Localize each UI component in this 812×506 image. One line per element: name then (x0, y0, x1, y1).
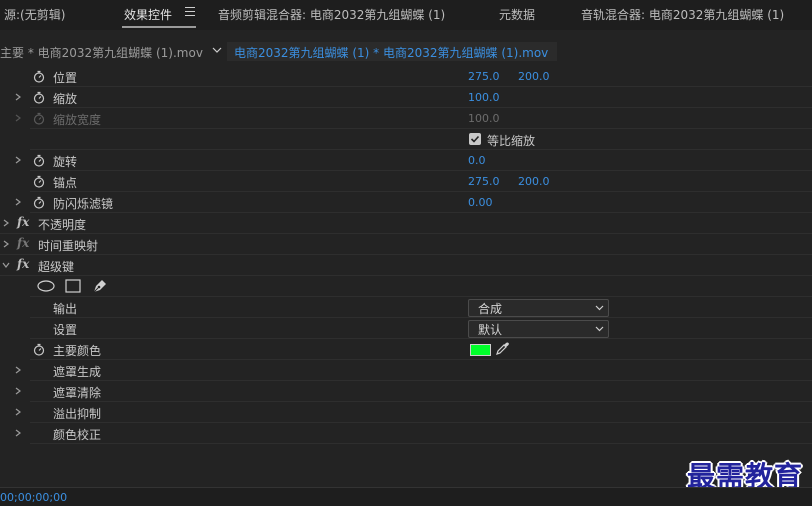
chevron-down-icon[interactable] (2, 261, 10, 269)
property-label: 缩放 (53, 92, 78, 106)
property-row-position: 位置 275.0 200.0 (0, 66, 812, 87)
property-group-matte-generation: 遮罩生成 (0, 360, 812, 381)
property-label: 位置 (53, 71, 78, 85)
uniform-scale-label[interactable]: 等比缩放 (487, 132, 535, 149)
tab-effect-controls[interactable]: 效果控件 (124, 6, 172, 23)
tab-source[interactable]: 源:(无剪辑) (4, 6, 65, 23)
tab-audio-clip-mixer[interactable]: 音频剪辑混合器: 电商2032第九组蝴蝶 (1) (218, 6, 445, 23)
property-row-scale: 缩放 100.0 (0, 87, 812, 108)
property-row-antiflicker: 防闪烁滤镜 0.00 (0, 192, 812, 213)
property-label: 输出 (53, 302, 78, 316)
chevron-right-icon[interactable] (14, 93, 22, 101)
chevron-right-icon[interactable] (2, 219, 10, 227)
position-y-value[interactable]: 200.0 (518, 70, 550, 83)
property-group-label: 遮罩生成 (53, 365, 102, 379)
chevron-down-icon[interactable] (212, 45, 222, 55)
chevron-down-icon (595, 305, 604, 311)
property-row-uniform-scale: 等比缩放 (0, 129, 812, 150)
output-dropdown-value: 合成 (478, 302, 503, 316)
scale-value[interactable]: 100.0 (468, 91, 500, 104)
property-row-output: 输出 合成 (0, 297, 812, 318)
position-x-value[interactable]: 275.0 (468, 70, 500, 83)
effect-label: 超级键 (38, 260, 75, 274)
master-clip-label[interactable]: 主要 * 电商2032第九组蝴蝶 (1).mov (0, 44, 203, 61)
setting-dropdown-value: 默认 (478, 323, 503, 337)
output-dropdown[interactable]: 合成 (468, 299, 609, 317)
stopwatch-icon[interactable] (33, 175, 45, 188)
panel-tab-bar: 源:(无剪辑) 效果控件 音频剪辑混合器: 电商2032第九组蝴蝶 (1) 元数… (0, 0, 812, 30)
key-color-swatch[interactable] (470, 344, 491, 356)
property-row-anchor: 锚点 275.0 200.0 (0, 171, 812, 192)
property-label: 缩放宽度 (53, 113, 102, 127)
scale-width-value: 100.0 (468, 112, 500, 125)
fx-icon[interactable]: fx (17, 257, 29, 271)
anchor-y-value[interactable]: 200.0 (518, 175, 550, 188)
effect-label: 不透明度 (38, 218, 87, 232)
effect-row-opacity: fx 不透明度 (0, 213, 812, 234)
tab-metadata[interactable]: 元数据 (499, 6, 535, 23)
effect-row-time-remap: fx 时间重映射 (0, 234, 812, 255)
status-bar: 00;00;00;00 (0, 487, 812, 506)
property-group-label: 溢出抑制 (53, 407, 102, 421)
sequence-bar: 主要 * 电商2032第九组蝴蝶 (1).mov 电商2032第九组蝴蝶 (1)… (0, 41, 812, 63)
stopwatch-icon (33, 112, 45, 125)
property-row-key-color: 主要颜色 (0, 339, 812, 360)
chevron-right-icon (15, 114, 21, 122)
stopwatch-icon[interactable] (33, 196, 45, 209)
anchor-x-value[interactable]: 275.0 (468, 175, 500, 188)
panel-menu-icon[interactable] (185, 7, 195, 17)
property-group-matte-cleanup: 遮罩清除 (0, 381, 812, 402)
chevron-down-icon (595, 326, 604, 332)
property-group-label: 遮罩清除 (53, 386, 102, 400)
stopwatch-icon[interactable] (33, 154, 45, 167)
checkmark-icon (470, 135, 480, 143)
chevron-right-icon[interactable] (14, 429, 22, 437)
property-label: 设置 (53, 323, 78, 337)
property-label: 防闪烁滤镜 (53, 197, 114, 211)
property-group-label: 颜色校正 (53, 428, 102, 442)
stopwatch-icon[interactable] (33, 70, 45, 83)
stopwatch-icon[interactable] (33, 343, 45, 356)
active-tab-indicator (122, 26, 196, 28)
setting-dropdown[interactable]: 默认 (468, 320, 609, 338)
property-row-rotation: 旋转 0.0 (0, 150, 812, 171)
property-label: 主要颜色 (53, 344, 102, 358)
property-label: 旋转 (53, 155, 78, 169)
effect-row-ultra-key: fx 超级键 (0, 255, 812, 276)
chevron-right-icon[interactable] (14, 366, 22, 374)
rectangle-mask-icon[interactable] (65, 279, 81, 293)
tab-audio-track-mixer[interactable]: 音轨混合器: 电商2032第九组蝴蝶 (1) (581, 6, 784, 23)
active-clip-label[interactable]: 电商2032第九组蝴蝶 (1) * 电商2032第九组蝴蝶 (1).mov (234, 44, 548, 61)
mask-tools-row (0, 276, 812, 297)
chevron-right-icon[interactable] (2, 240, 10, 248)
property-label: 锚点 (53, 176, 78, 190)
property-row-setting: 设置 默认 (0, 318, 812, 339)
pen-mask-icon[interactable] (92, 278, 108, 294)
uniform-scale-checkbox[interactable] (469, 133, 481, 145)
property-row-scale-width: 缩放宽度 100.0 (0, 108, 812, 129)
chevron-right-icon[interactable] (14, 198, 22, 206)
ellipse-mask-icon[interactable] (37, 280, 55, 292)
chevron-right-icon[interactable] (14, 387, 22, 395)
eyedropper-icon[interactable] (495, 341, 510, 356)
chevron-right-icon[interactable] (14, 156, 22, 164)
timecode-display[interactable]: 00;00;00;00 (0, 491, 67, 504)
fx-icon: fx (17, 236, 30, 250)
fx-icon[interactable]: fx (17, 215, 29, 229)
antiflicker-value[interactable]: 0.00 (468, 196, 493, 209)
property-group-color-correction: 颜色校正 (0, 423, 812, 444)
property-group-spill-suppression: 溢出抑制 (0, 402, 812, 423)
rotation-value[interactable]: 0.0 (468, 154, 486, 167)
chevron-right-icon[interactable] (14, 408, 22, 416)
effect-label: 时间重映射 (38, 239, 99, 253)
stopwatch-icon[interactable] (33, 91, 45, 104)
